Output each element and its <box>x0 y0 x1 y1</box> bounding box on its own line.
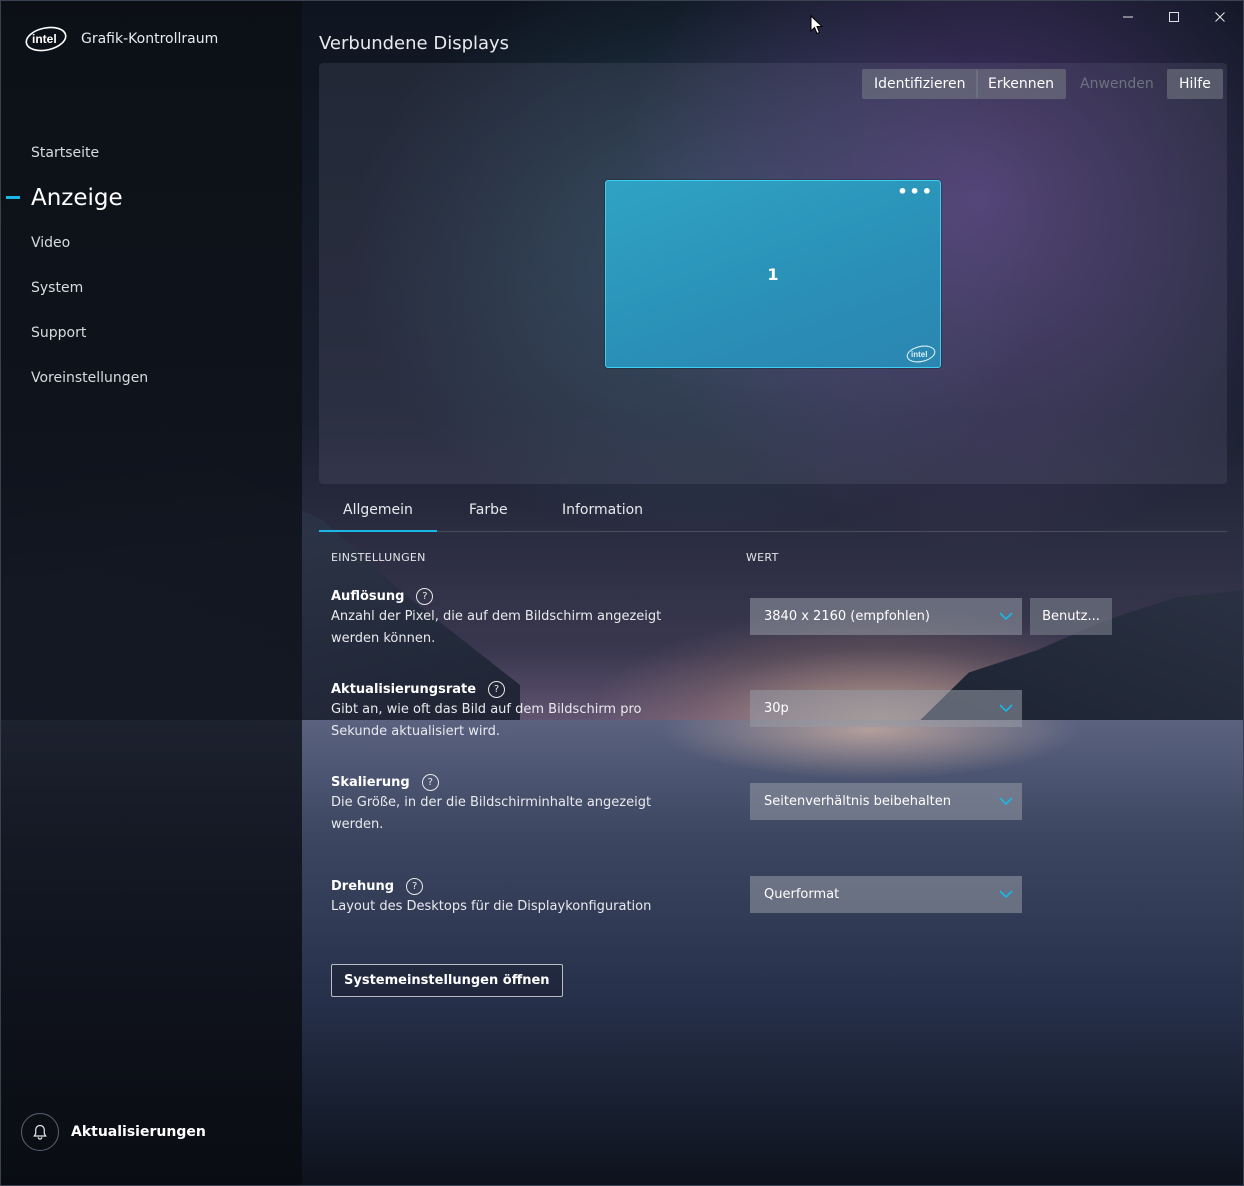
page-title: Verbundene Displays <box>319 33 510 54</box>
tab-allgemein[interactable]: Allgemein <box>319 488 437 532</box>
sidebar-item-label: Anzeige <box>31 184 123 211</box>
maximize-button[interactable] <box>1160 6 1188 28</box>
setting-scaling: Skalierung? Die Größe, in der die Bildsc… <box>331 772 671 836</box>
help-icon[interactable]: ? <box>416 587 434 605</box>
setting-description: Anzahl der Pixel, die auf dem Bildschirm… <box>331 609 662 646</box>
setting-title: Aktualisierungsrate <box>331 681 477 697</box>
custom-resolution-button[interactable]: Benutz... <box>1030 598 1112 635</box>
help-icon[interactable]: ? <box>406 877 424 895</box>
sidebar-item-label: Video <box>31 234 71 251</box>
setting-title: Auflösung <box>331 588 405 604</box>
refresh-rate-select[interactable]: 30p <box>750 690 1022 727</box>
intel-logo-icon: intel <box>906 345 936 363</box>
setting-rotation: Drehung? Layout des Desktops für die Dis… <box>331 876 731 918</box>
chevron-down-icon <box>999 704 1013 713</box>
minimize-icon <box>1123 16 1133 18</box>
tab-information[interactable]: Information <box>562 488 643 531</box>
setting-refresh-rate: Aktualisierungsrate? Gibt an, wie oft da… <box>331 679 671 743</box>
sidebar-item-label: Support <box>31 324 87 341</box>
maximize-icon <box>1169 12 1179 22</box>
setting-title: Drehung <box>331 878 395 894</box>
select-value: Seitenverhältnis beibehalten <box>764 794 951 809</box>
display-number: 1 <box>767 265 779 284</box>
sidebar-item-video[interactable]: Video <box>0 220 300 265</box>
sidebar-item-startseite[interactable]: Startseite <box>0 130 300 175</box>
close-icon <box>1215 12 1225 22</box>
sidebar-item-support[interactable]: Support <box>0 310 300 355</box>
bell-icon <box>21 1113 59 1151</box>
chevron-down-icon <box>999 890 1013 899</box>
sidebar-nav: Startseite Anzeige Video System Support … <box>0 130 300 400</box>
updates-button[interactable]: Aktualisierungen <box>21 1113 206 1151</box>
scaling-select[interactable]: Seitenverhältnis beibehalten <box>750 783 1022 820</box>
sidebar-item-voreinstellungen[interactable]: Voreinstellungen <box>0 355 300 400</box>
open-system-settings-button[interactable]: Systemeinstellungen öffnen <box>331 964 563 997</box>
sidebar-item-label: Startseite <box>31 144 100 161</box>
setting-resolution: Auflösung? Anzahl der Pixel, die auf dem… <box>331 586 671 650</box>
column-header-value: WERT <box>746 551 779 564</box>
setting-title: Skalierung <box>331 774 410 790</box>
svg-text:intel: intel <box>32 32 57 46</box>
help-icon[interactable]: ? <box>421 773 439 791</box>
help-button[interactable]: Hilfe <box>1167 69 1223 99</box>
minimize-button[interactable] <box>1114 6 1142 28</box>
detect-button[interactable]: Erkennen <box>976 69 1067 99</box>
intel-logo-icon: intel <box>25 26 67 52</box>
chevron-down-icon <box>999 612 1013 621</box>
mouse-cursor-icon <box>810 15 824 35</box>
sidebar-item-system[interactable]: System <box>0 265 300 310</box>
close-button[interactable] <box>1206 6 1234 28</box>
display-tile-1[interactable]: ••• 1 intel <box>605 180 941 368</box>
sidebar-item-label: System <box>31 279 84 296</box>
display-menu-icon[interactable]: ••• <box>897 182 934 201</box>
resolution-select[interactable]: 3840 x 2160 (empfohlen) <box>750 598 1022 635</box>
apply-button[interactable]: Anwenden <box>1068 69 1166 99</box>
svg-text:intel: intel <box>911 350 927 359</box>
rotation-select[interactable]: Querformat <box>750 876 1022 913</box>
updates-label: Aktualisierungen <box>71 1124 206 1140</box>
setting-description: Layout des Desktops für die Displaykonfi… <box>331 899 652 914</box>
select-value: Querformat <box>764 887 840 902</box>
setting-description: Die Größe, in der die Bildschirminhalte … <box>331 795 652 832</box>
tab-farbe[interactable]: Farbe <box>469 488 508 531</box>
sidebar-item-label: Voreinstellungen <box>31 369 149 386</box>
identify-button[interactable]: Identifizieren <box>862 69 978 99</box>
setting-description: Gibt an, wie oft das Bild auf dem Bildsc… <box>331 702 642 739</box>
column-header-settings: EINSTELLUNGEN <box>331 551 426 564</box>
help-icon[interactable]: ? <box>488 680 506 698</box>
select-value: 30p <box>764 701 789 716</box>
chevron-down-icon <box>999 797 1013 806</box>
app-title: Grafik-Kontrollraum <box>81 31 219 47</box>
tab-bar: Allgemein Farbe Information <box>319 488 1227 532</box>
select-value: 3840 x 2160 (empfohlen) <box>764 609 930 624</box>
sidebar-item-anzeige[interactable]: Anzeige <box>0 175 300 220</box>
